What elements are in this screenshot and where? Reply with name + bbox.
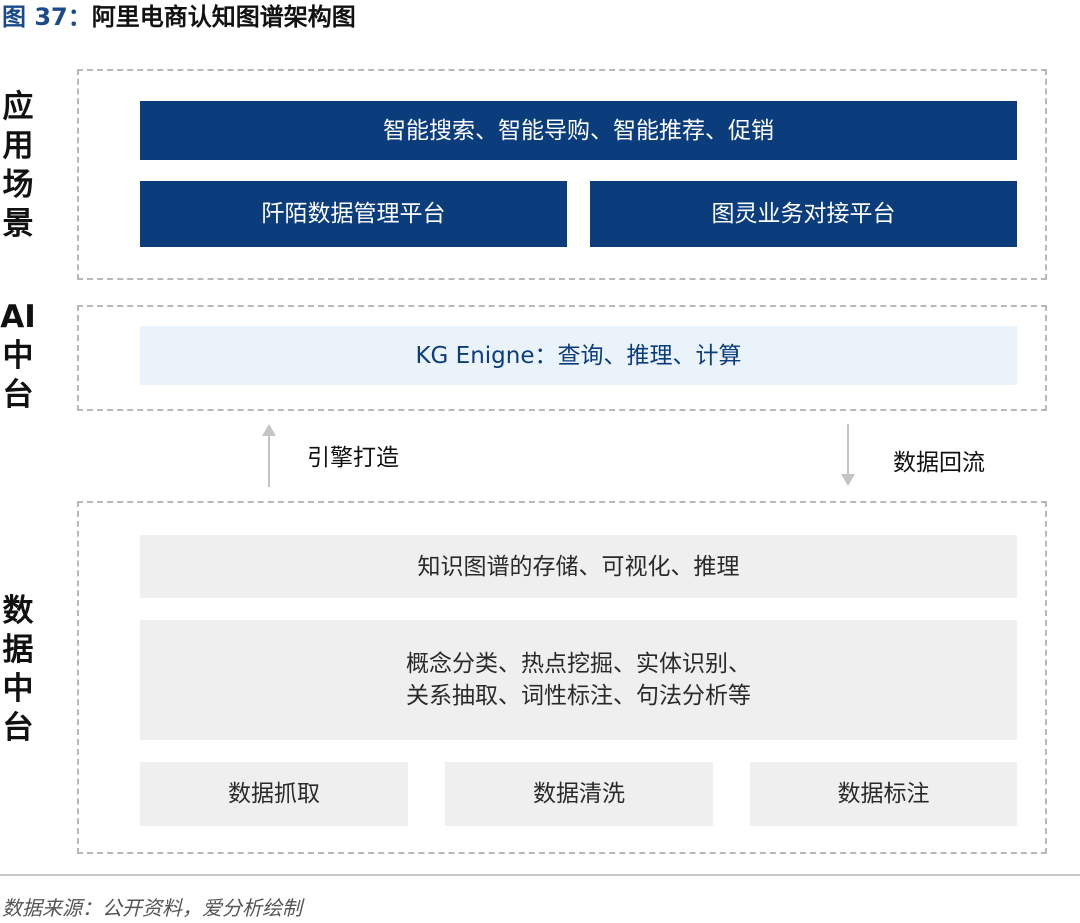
data-box-kg-storage: 知识图谱的存储、可视化、推理 bbox=[140, 535, 1017, 598]
data-box-nlp-tasks-line2: 关系抽取、词性标注、句法分析等 bbox=[406, 683, 751, 709]
flow-label-data-backflow: 数据回流 bbox=[893, 450, 985, 476]
figure-number: 图 37： bbox=[2, 3, 92, 31]
data-box-kg-storage-text: 知识图谱的存储、可视化、推理 bbox=[417, 553, 740, 580]
app-box-qianmo-platform-text: 阡陌数据管理平台 bbox=[261, 201, 446, 227]
app-box-tuling-platform: 图灵业务对接平台 bbox=[590, 181, 1017, 247]
ai-box-kg-engine: KG Enigne：查询、推理、计算 bbox=[140, 326, 1017, 385]
layer-label-application: 应用场景 bbox=[2, 89, 34, 242]
figure-title-text: 阿里电商认知图谱架构图 bbox=[91, 3, 356, 31]
source-note: 数据来源：公开资料，爱分析绘制 bbox=[2, 896, 302, 920]
figure-title: 图 37：阿里电商认知图谱架构图 bbox=[2, 0, 356, 34]
data-box-crawl-text: 数据抓取 bbox=[228, 781, 320, 807]
app-box-smart-services: 智能搜索、智能导购、智能推荐、促销 bbox=[140, 101, 1017, 160]
app-box-tuling-platform-text: 图灵业务对接平台 bbox=[711, 201, 896, 227]
arrow-down-shaft bbox=[847, 424, 849, 476]
arrow-down-head-icon bbox=[841, 474, 855, 486]
layer-label-ai-platform: AI中台 bbox=[0, 299, 36, 413]
ai-box-kg-engine-text: KG Enigne：查询、推理、计算 bbox=[415, 342, 742, 369]
data-box-nlp-tasks: 概念分类、热点挖掘、实体识别、 关系抽取、词性标注、句法分析等 bbox=[140, 620, 1017, 740]
layer-label-data-platform: 数据中台 bbox=[2, 593, 34, 746]
app-box-smart-services-text: 智能搜索、智能导购、智能推荐、促销 bbox=[383, 117, 774, 144]
data-box-label: 数据标注 bbox=[750, 762, 1017, 826]
footer-divider bbox=[0, 874, 1080, 876]
data-box-label-text: 数据标注 bbox=[837, 781, 930, 807]
data-box-clean-text: 数据清洗 bbox=[533, 781, 625, 807]
data-box-clean: 数据清洗 bbox=[445, 762, 713, 826]
data-box-crawl: 数据抓取 bbox=[140, 762, 408, 826]
app-box-qianmo-platform: 阡陌数据管理平台 bbox=[140, 181, 567, 247]
data-box-nlp-tasks-line1: 概念分类、热点挖掘、实体识别、 bbox=[406, 651, 751, 677]
flow-label-engine-build: 引擎打造 bbox=[307, 445, 399, 471]
arrow-up-shaft bbox=[268, 434, 270, 487]
